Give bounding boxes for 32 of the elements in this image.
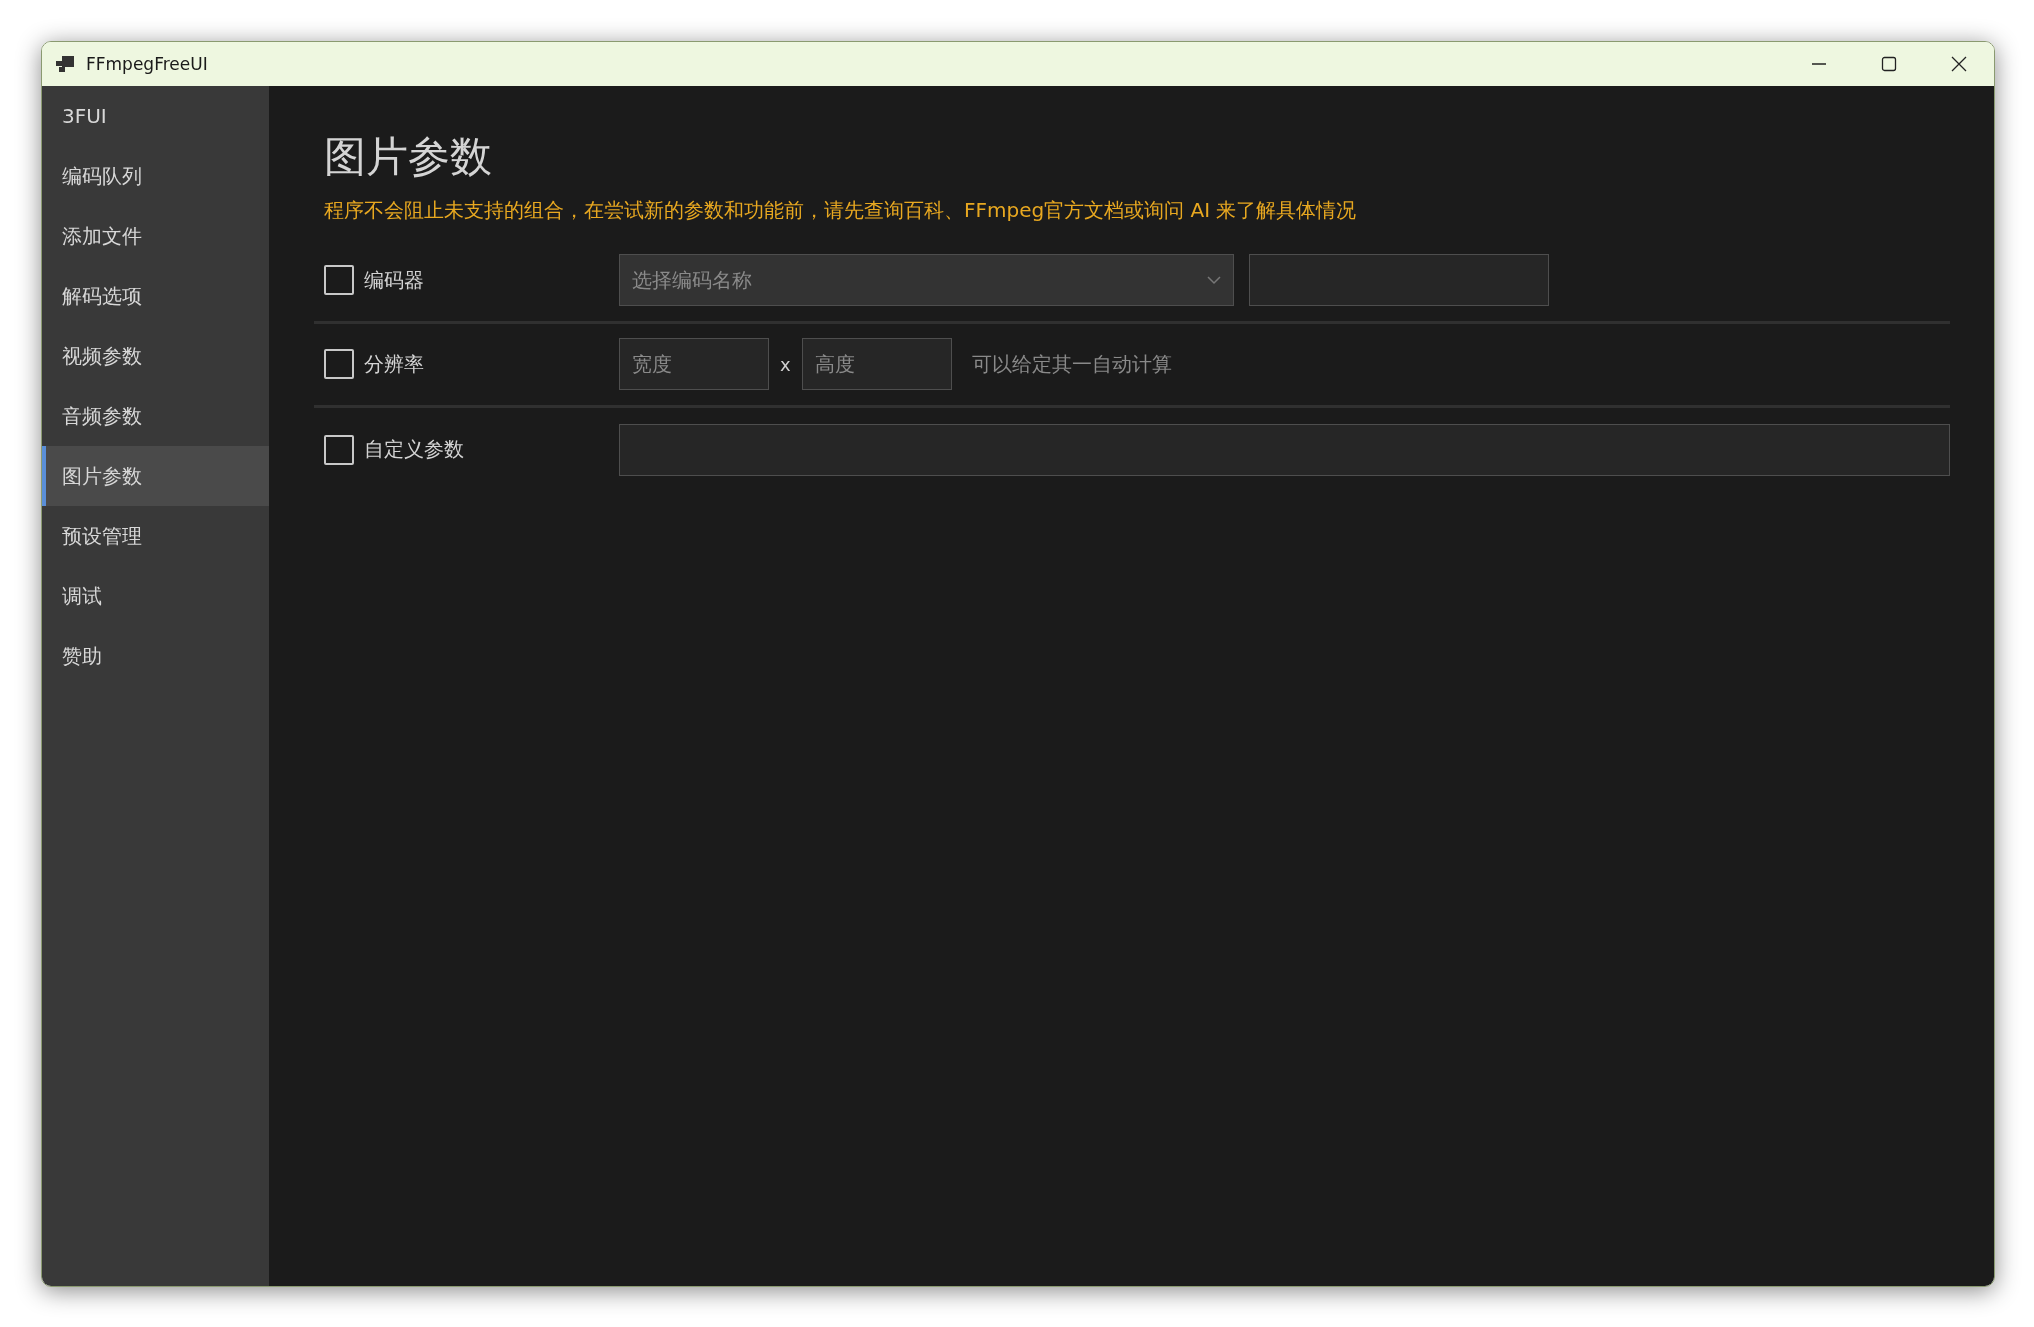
sidebar-item[interactable]: 预设管理	[42, 506, 269, 566]
sidebar-item[interactable]: 编码队列	[42, 146, 269, 206]
sidebar-item[interactable]: 视频参数	[42, 326, 269, 386]
window-title: FFmpegFreeUI	[86, 54, 209, 74]
checkbox[interactable]	[324, 349, 354, 380]
hint-text: 可以给定其一自动计算	[971, 350, 1172, 378]
encoder-select[interactable]: 选择编码名称	[619, 254, 1234, 307]
app-icon	[56, 56, 74, 72]
minimize-icon	[1811, 63, 1827, 65]
close-icon	[1951, 56, 1967, 72]
sidebar-item[interactable]: 解码选项	[42, 266, 269, 326]
sidebar-item[interactable]: 图片参数	[42, 446, 269, 506]
chevron-down-icon	[1207, 275, 1221, 285]
width-field[interactable]: 宽度	[619, 338, 769, 391]
multiply-sign: x	[780, 353, 791, 375]
sidebar-item[interactable]: 调试	[42, 566, 269, 626]
checkbox[interactable]	[324, 265, 354, 296]
row-label: 自定义参数	[364, 436, 465, 464]
sidebar-item[interactable]: 添加文件	[42, 206, 269, 266]
sidebar-item[interactable]: 3FUI	[42, 86, 269, 146]
custom-params-field[interactable]	[619, 423, 1950, 476]
page-title: 图片参数	[324, 131, 493, 183]
row-label: 编码器	[364, 266, 425, 294]
text-field[interactable]	[1249, 254, 1549, 307]
height-field[interactable]: 高度	[801, 338, 952, 391]
checkbox[interactable]	[324, 434, 354, 465]
sidebar-item[interactable]: 赞助	[42, 626, 269, 686]
select-placeholder: 选择编码名称	[632, 266, 752, 294]
warning-text: 程序不会阻止未支持的组合，在尝试新的参数和功能前，请先查询百科、FFmpeg官方文档或询问 AI 来了解具体情况	[324, 196, 1358, 224]
sidebar-item[interactable]: 音频参数	[42, 386, 269, 446]
row-label: 分辨率	[364, 350, 425, 378]
maximize-icon	[1881, 56, 1897, 72]
